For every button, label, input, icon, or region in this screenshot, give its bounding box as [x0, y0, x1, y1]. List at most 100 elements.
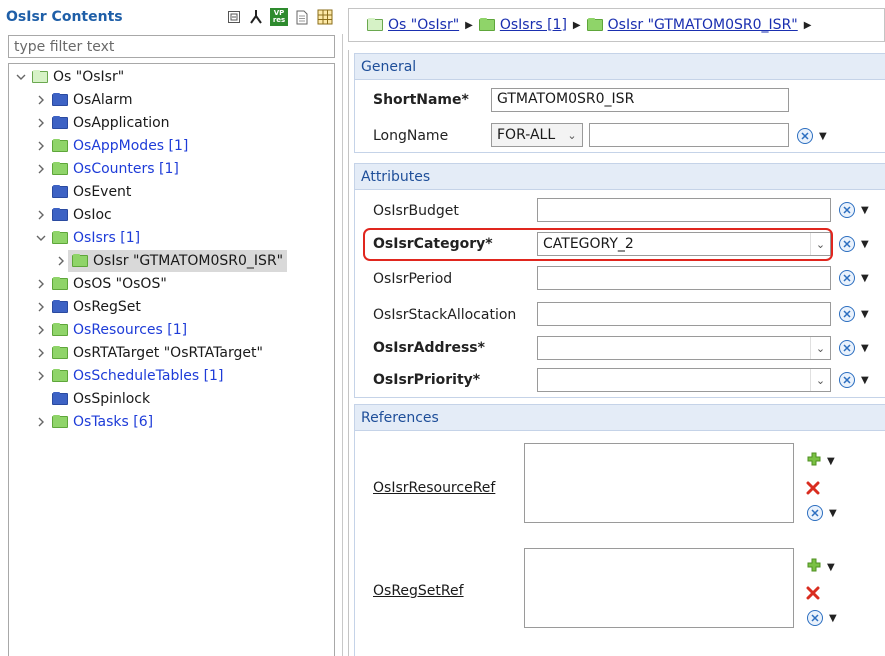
tree-node-os[interactable]: Os "OsIsr" [14, 65, 124, 88]
tree-node-oscounters[interactable]: OsCounters [1] [34, 157, 179, 180]
add-icon[interactable] [807, 558, 821, 576]
breadcrumb-arrow-icon: ▶ [465, 19, 473, 31]
dropdown-triangle-icon[interactable]: ▼ [829, 508, 837, 519]
section-header-references[interactable]: References [355, 405, 885, 431]
osisraddress-select[interactable]: ⌄ [537, 336, 831, 360]
osisrcategory-actions[interactable]: ▼ [839, 236, 869, 252]
tree-node-osalarm[interactable]: OsAlarm [34, 88, 133, 111]
collapsed-chevron-icon[interactable] [34, 95, 48, 105]
collapsed-chevron-icon[interactable] [34, 417, 48, 427]
tree-node-osapplication[interactable]: OsApplication [34, 111, 170, 134]
reset-value-icon[interactable] [807, 505, 823, 521]
collapsed-chevron-icon[interactable] [34, 348, 48, 358]
tree-node-osresources[interactable]: OsResources [1] [34, 318, 187, 341]
panel-title: OsIsr Contents [6, 9, 123, 25]
collapsed-chevron-icon[interactable] [34, 210, 48, 220]
osisrpriority-select[interactable]: ⌄ [537, 368, 831, 392]
shortname-field[interactable]: GTMATOM0SR0_ISR [491, 88, 789, 112]
dropdown-triangle-icon[interactable]: ▼ [861, 205, 869, 216]
dropdown-triangle-icon[interactable]: ▼ [829, 613, 837, 624]
reset-value-icon[interactable] [839, 236, 855, 252]
dropdown-triangle-icon[interactable]: ▼ [827, 456, 835, 467]
collapsed-chevron-icon[interactable] [34, 325, 48, 335]
dropdown-triangle-icon[interactable]: ▼ [861, 239, 869, 250]
table-layout-icon[interactable] [317, 9, 333, 25]
add-icon[interactable] [807, 452, 821, 470]
osisrbudget-actions[interactable]: ▼ [839, 202, 869, 218]
osisrperiod-actions[interactable]: ▼ [839, 270, 869, 286]
osisrbudget-field[interactable] [537, 198, 831, 222]
reset-value-icon[interactable] [839, 306, 855, 322]
dropdown-triangle-icon[interactable]: ▼ [827, 562, 835, 573]
dropdown-triangle-icon[interactable]: ▼ [861, 343, 869, 354]
breadcrumb-item-osisrs[interactable]: OsIsrs [1] ▶ [478, 17, 581, 33]
osisrperiod-field[interactable] [537, 266, 831, 290]
hierarchy-icon[interactable] [248, 9, 264, 25]
tree-node-osisrs[interactable]: OsIsrs [1] [34, 226, 140, 249]
longname-actions[interactable]: ▼ [797, 128, 827, 144]
reset-value-icon[interactable] [839, 202, 855, 218]
reset-value-icon[interactable] [839, 270, 855, 286]
osregsetref-label[interactable]: OsRegSetRef [373, 583, 464, 599]
osisraddress-actions[interactable]: ▼ [839, 340, 869, 356]
reset-value-icon[interactable] [839, 372, 855, 388]
section-header-attributes[interactable]: Attributes [355, 164, 885, 190]
longname-language-select[interactable]: FOR-ALL ⌄ [491, 123, 583, 147]
collapse-all-icon[interactable] [226, 9, 242, 25]
breadcrumb-item-osisr[interactable]: OsIsr "GTMATOM0SR0_ISR" ▶ [586, 17, 811, 33]
folder-green-icon [52, 230, 68, 244]
contents-header: OsIsr Contents VP res [0, 0, 343, 34]
osisrresourceref-list[interactable] [524, 443, 794, 523]
collapsed-chevron-icon[interactable] [54, 256, 68, 266]
collapsed-chevron-icon[interactable] [34, 279, 48, 289]
dropdown-triangle-icon[interactable]: ▼ [861, 273, 869, 284]
osisrpriority-actions[interactable]: ▼ [839, 372, 869, 388]
tree-node-osevent[interactable]: OsEvent [34, 180, 131, 203]
dropdown-triangle-icon[interactable]: ▼ [861, 309, 869, 320]
reset-value-icon[interactable] [839, 340, 855, 356]
tree-node-osspinlock[interactable]: OsSpinlock [34, 387, 150, 410]
expanded-chevron-icon[interactable] [34, 233, 48, 243]
tree-node-osrtatarget[interactable]: OsRTATarget "OsRTATarget" [34, 341, 263, 364]
chevron-down-icon: ⌄ [567, 128, 577, 142]
collapsed-chevron-icon[interactable] [34, 118, 48, 128]
osisrresourceref-add-actions[interactable]: ▼ [807, 452, 835, 470]
filter-input[interactable] [8, 35, 335, 58]
collapsed-chevron-icon[interactable] [34, 141, 48, 151]
collapsed-chevron-icon[interactable] [34, 164, 48, 174]
longname-field[interactable] [589, 123, 789, 147]
tree-node-osscheduletables[interactable]: OsScheduleTables [1] [34, 364, 223, 387]
expanded-chevron-icon[interactable] [14, 72, 28, 82]
osisrresourceref-label[interactable]: OsIsrResourceRef [373, 480, 495, 496]
collapsed-chevron-icon[interactable] [34, 371, 48, 381]
tree-node-osappmodes[interactable]: OsAppModes [1] [34, 134, 188, 157]
section-header-general[interactable]: General [355, 54, 885, 80]
osisrstackallocation-actions[interactable]: ▼ [839, 306, 869, 322]
osregsetref-reset-actions[interactable]: ▼ [807, 610, 837, 626]
osisrresourceref-reset-actions[interactable]: ▼ [807, 505, 837, 521]
osisrstackallocation-field[interactable] [537, 302, 831, 326]
osregsetref-list[interactable] [524, 548, 794, 628]
breadcrumb-item-os[interactable]: Os "OsIsr" ▶ [367, 17, 473, 33]
document-icon[interactable] [294, 9, 310, 25]
selected-node-highlight: OsIsr "GTMATOM0SR0_ISR" [68, 249, 288, 272]
folder-blue-icon [52, 92, 68, 106]
tree-node-ostasks[interactable]: OsTasks [6] [34, 410, 153, 433]
dropdown-triangle-icon[interactable]: ▼ [819, 131, 827, 142]
reset-value-icon[interactable] [807, 610, 823, 626]
delete-icon[interactable] [806, 586, 820, 604]
reset-value-icon[interactable] [797, 128, 813, 144]
tree-node-osioc[interactable]: OsIoc [34, 203, 112, 226]
category-highlight-annotation [363, 228, 833, 261]
collapsed-chevron-icon[interactable] [34, 302, 48, 312]
osregsetref-remove[interactable] [806, 586, 820, 604]
osisrresourceref-remove[interactable] [806, 481, 820, 499]
tree-node-osos[interactable]: OsOS "OsOS" [34, 272, 167, 295]
osregsetref-add-actions[interactable]: ▼ [807, 558, 835, 576]
vp-res-icon[interactable]: VP res [270, 8, 288, 26]
dropdown-triangle-icon[interactable]: ▼ [861, 375, 869, 386]
tree-node-osisr-selected[interactable]: OsIsr "GTMATOM0SR0_ISR" [54, 249, 288, 272]
delete-icon[interactable] [806, 481, 820, 499]
folder-blue-icon [52, 391, 68, 405]
tree-node-osregset[interactable]: OsRegSet [34, 295, 141, 318]
